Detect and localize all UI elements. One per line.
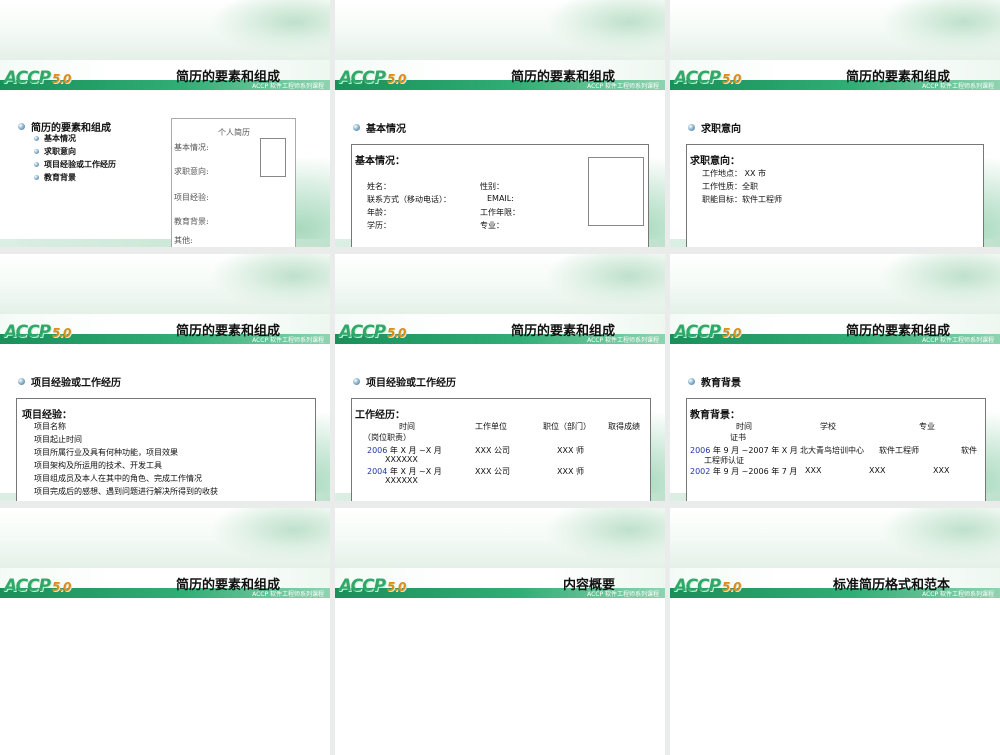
slide-subtitle: ACCP 软件工程师系列课程 <box>252 337 324 344</box>
form-field: 基本情况: <box>174 143 209 152</box>
slide-3[interactable]: ACCP 5.0 简历的要素和组成 ACCP 软件工程师系列课程 求职意向 求职意… <box>670 0 1000 247</box>
box-heading: 工作经历： <box>355 410 405 421</box>
slide-subtitle: ACCP 软件工程师系列课程 <box>587 337 659 344</box>
accp-logo: ACCP 5.0 <box>339 322 406 342</box>
column-header: 职位（部门） <box>543 422 591 431</box>
accp-logo: ACCP 5.0 <box>4 576 71 596</box>
photo-placeholder <box>588 157 644 226</box>
form-field: 求职意向: <box>174 167 209 176</box>
slide-9[interactable]: ACCP 5.0 标准简历格式和范本 ACCP 软件工程师系列课程 <box>670 508 1000 755</box>
slide-subtitle: ACCP 软件工程师系列课程 <box>252 591 324 598</box>
accp-logo: ACCP 5.0 <box>4 68 71 88</box>
column-header: 取得成绩 <box>608 422 640 431</box>
accp-logo: ACCP 5.0 <box>339 576 406 596</box>
table-row: 2002 年 9 月 ~2006 年 7 月 <box>690 467 798 476</box>
section-bullet: 项目经验或工作经历 <box>353 374 456 389</box>
slide-title: 简历的要素和组成 <box>175 70 280 85</box>
bullet-icon <box>688 378 695 385</box>
slide-5[interactable]: ACCP 5.0 简历的要素和组成 ACCP 软件工程师系列课程 项目经验或工作经… <box>335 254 665 501</box>
slide-header-bg <box>0 0 330 60</box>
accp-logo: ACCP 5.0 <box>674 576 741 596</box>
slide-subtitle: ACCP 软件工程师系列课程 <box>922 83 994 90</box>
column-header: 学校 <box>820 422 836 431</box>
slide-7[interactable]: ACCP 5.0 简历的要素和组成 ACCP 软件工程师系列课程 <box>0 508 330 755</box>
slide-subtitle: ACCP 软件工程师系列课程 <box>587 591 659 598</box>
box-heading: 基本情况： <box>355 156 405 167</box>
main-bullet: 简历的要素和组成 <box>18 119 111 134</box>
section-bullet: 项目经验或工作经历 <box>18 374 121 389</box>
bullet-icon <box>353 124 360 131</box>
slide-8[interactable]: ACCP 5.0 内容概要 ACCP 软件工程师系列课程 <box>335 508 665 755</box>
slide-subtitle: ACCP 软件工程师系列课程 <box>252 83 324 90</box>
slide-1[interactable]: ACCP 5.0 简历的要素和组成 ACCP 软件工程师系列课程 简历的要素和组成… <box>0 0 330 247</box>
slide-title: 内容概要 <box>562 578 615 593</box>
bullet-icon <box>34 136 39 141</box>
sub-bullet: 基本情况 <box>34 133 76 144</box>
slide-title: 简历的要素和组成 <box>845 324 950 339</box>
slide-subtitle: ACCP 软件工程师系列课程 <box>587 83 659 90</box>
bullet-icon <box>34 162 39 167</box>
bullet-icon <box>353 378 360 385</box>
slide-title: 简历的要素和组成 <box>175 578 280 593</box>
accp-logo: ACCP 5.0 <box>339 68 406 88</box>
slide-title: 简历的要素和组成 <box>175 324 280 339</box>
slide-subtitle: ACCP 软件工程师系列课程 <box>922 337 994 344</box>
accp-logo: ACCP 5.0 <box>674 322 741 342</box>
accp-logo: ACCP 5.0 <box>4 322 71 342</box>
bullet-icon <box>34 175 39 180</box>
column-header: 时间 <box>736 422 752 431</box>
section-bullet: 求职意向 <box>688 120 741 135</box>
bullet-icon <box>18 378 25 385</box>
slide-2[interactable]: ACCP 5.0 简历的要素和组成 ACCP 软件工程师系列课程 基本情况 基本情… <box>335 0 665 247</box>
form-field: 教育背景: <box>174 217 209 226</box>
sub-bullet: 求职意向 <box>34 146 76 157</box>
bullet-icon <box>18 123 25 130</box>
column-header: 工作单位 <box>475 422 507 431</box>
section-bullet: 教育背景 <box>688 374 741 389</box>
box-heading: 教育背景： <box>690 410 740 421</box>
slide-6[interactable]: ACCP 5.0 简历的要素和组成 ACCP 软件工程师系列课程 教育背景 教育背… <box>670 254 1000 501</box>
form-field: 项目经验: <box>174 193 209 202</box>
section-bullet: 基本情况 <box>353 120 406 135</box>
bullet-icon <box>688 124 695 131</box>
slide-title: 简历的要素和组成 <box>845 70 950 85</box>
column-header: 时间 <box>399 422 415 431</box>
slide-title: 简历的要素和组成 <box>510 324 615 339</box>
sub-bullet: 教育背景 <box>34 172 76 183</box>
slide-title: 简历的要素和组成 <box>510 70 615 85</box>
bullet-icon <box>34 149 39 154</box>
slide-subtitle: ACCP 软件工程师系列课程 <box>922 591 994 598</box>
form-title: 个人简历 <box>218 128 250 137</box>
slide-title: 标准简历格式和范本 <box>832 578 950 593</box>
box-heading: 项目经验： <box>22 410 72 421</box>
column-header: 专业 <box>919 422 935 431</box>
sub-bullet: 项目经验或工作经历 <box>34 159 116 170</box>
slide-4[interactable]: ACCP 5.0 简历的要素和组成 ACCP 软件工程师系列课程 项目经验或工作经… <box>0 254 330 501</box>
form-field: 其他: <box>174 236 193 245</box>
accp-logo: ACCP 5.0 <box>674 68 741 88</box>
photo-placeholder <box>260 138 286 177</box>
box-heading: 求职意向： <box>690 156 740 167</box>
